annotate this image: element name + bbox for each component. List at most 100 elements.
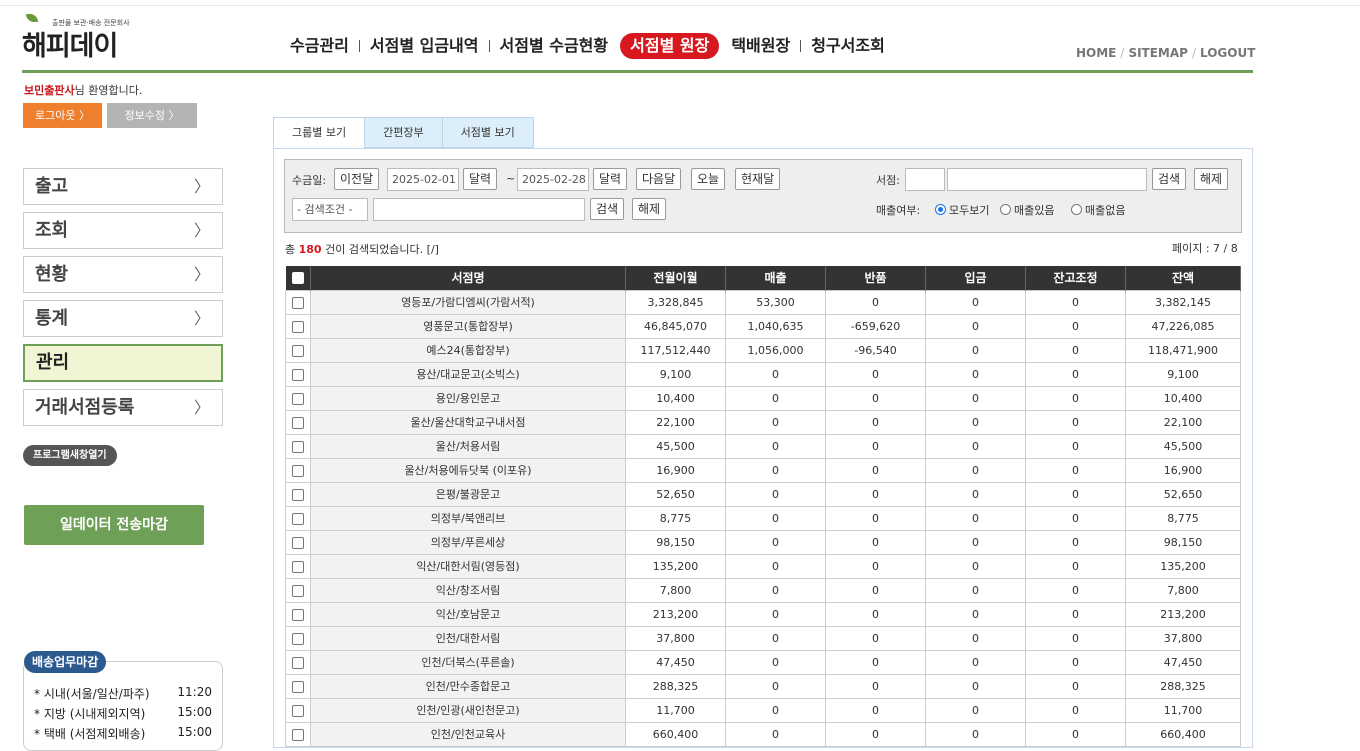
tab-simple-ledger[interactable]: 간편장부 <box>364 117 443 148</box>
header-store-name[interactable]: 서점명 <box>310 266 626 290</box>
table-row[interactable]: 익산/대한서림(영등점) 135,200 0 0 0 0 135,200 <box>285 553 1241 579</box>
nav-item-invoice[interactable]: 청구서조회 <box>803 33 893 59</box>
row-checkbox[interactable] <box>292 344 304 357</box>
row-checkbox-cell[interactable] <box>285 505 311 531</box>
table-row[interactable]: 인천/인천교육사 660,400 0 0 0 0 660,400 <box>285 721 1241 747</box>
table-row[interactable]: 울산/처용에듀닷북 (이포유) 16,900 0 0 0 0 16,900 <box>285 457 1241 483</box>
header-returns[interactable]: 반품 <box>825 266 926 290</box>
sidebar-item-shipment[interactable]: 출고 〉 <box>23 168 223 205</box>
row-checkbox[interactable] <box>292 656 304 669</box>
sidebar-item-lookup[interactable]: 조회 〉 <box>23 212 223 249</box>
table-row[interactable]: 예스24(통합장부) 117,512,440 1,056,000 -96,540 0 0 1… <box>285 337 1241 363</box>
row-checkbox[interactable] <box>292 488 304 501</box>
table-row[interactable]: 인천/대한서림 37,800 0 0 0 0 37,800 <box>285 625 1241 651</box>
prev-month-button[interactable]: 이전달 <box>334 168 380 190</box>
table-row[interactable]: 울산/울산대학교구내서점 22,100 0 0 0 0 22,100 <box>285 409 1241 435</box>
date-from-input[interactable]: 2025-02-01 <box>387 168 459 191</box>
sidebar-item-status[interactable]: 현황 〉 <box>23 256 223 293</box>
row-checkbox-cell[interactable] <box>285 337 311 363</box>
row-checkbox-cell[interactable] <box>285 577 311 603</box>
table-row[interactable]: 의정부/푸른세상 98,150 0 0 0 0 98,150 <box>285 529 1241 555</box>
radio-has-sales[interactable]: 매출있음 <box>1000 202 1054 218</box>
row-checkbox[interactable] <box>292 560 304 573</box>
store-search-button[interactable]: 검색 <box>1152 168 1187 190</box>
keyword-search-button[interactable]: 검색 <box>590 198 625 220</box>
calendar-to-button[interactable]: 달력 <box>593 168 628 190</box>
current-month-button[interactable]: 현재달 <box>735 168 781 190</box>
row-checkbox-cell[interactable] <box>285 289 311 315</box>
table-row[interactable]: 인천/만수종합문고 288,325 0 0 0 0 288,325 <box>285 673 1241 699</box>
row-checkbox[interactable] <box>292 632 304 645</box>
row-checkbox-cell[interactable] <box>285 721 311 747</box>
table-row[interactable]: 인천/인광(새인천문고) 11,700 0 0 0 0 11,700 <box>285 697 1241 723</box>
nav-item-parcel-ledger[interactable]: 택배원장 <box>723 33 798 59</box>
store-code-input[interactable] <box>905 168 945 191</box>
sitemap-link[interactable]: SITEMAP <box>1128 46 1188 60</box>
nav-item-deposit-history[interactable]: 서점별 입금내역 <box>362 33 487 59</box>
nav-item-store-ledger[interactable]: 서점별 원장 <box>620 33 720 59</box>
row-checkbox[interactable] <box>292 704 304 717</box>
search-condition-select[interactable]: - 검색조건 - <box>292 198 368 221</box>
store-name-input[interactable] <box>947 168 1147 191</box>
row-checkbox[interactable] <box>292 608 304 621</box>
today-button[interactable]: 오늘 <box>691 168 726 190</box>
search-keyword-input[interactable] <box>373 198 585 221</box>
nav-item-collection-status[interactable]: 서점별 수금현황 <box>492 33 617 59</box>
store-reset-button[interactable]: 해제 <box>1194 168 1229 190</box>
row-checkbox[interactable] <box>292 728 304 741</box>
tab-store-view[interactable]: 서점별 보기 <box>441 117 534 148</box>
row-checkbox[interactable] <box>292 464 304 477</box>
row-checkbox[interactable] <box>292 680 304 693</box>
row-checkbox-cell[interactable] <box>285 601 311 627</box>
select-all-checkbox[interactable] <box>291 272 304 285</box>
row-checkbox[interactable] <box>292 392 304 405</box>
radio-no-sales[interactable]: 매출없음 <box>1071 202 1125 218</box>
daily-close-button[interactable]: 일데이터 전송마감 <box>24 505 204 545</box>
row-checkbox[interactable] <box>292 320 304 333</box>
row-checkbox-cell[interactable] <box>285 697 311 723</box>
date-to-input[interactable]: 2025-02-28 <box>517 168 589 191</box>
header-sales[interactable]: 매출 <box>725 266 826 290</box>
table-row[interactable]: 울산/처용서림 45,500 0 0 0 0 45,500 <box>285 433 1241 459</box>
nav-item-collection[interactable]: 수금관리 <box>282 33 357 59</box>
row-checkbox-cell[interactable] <box>285 433 311 459</box>
row-checkbox-cell[interactable] <box>285 361 311 387</box>
logo[interactable]: 출판물 보관·배송 전문회사 해피데이 <box>22 14 152 62</box>
sidebar-item-register-store[interactable]: 거래서점등록 〉 <box>23 389 223 426</box>
tab-group-view[interactable]: 그룹별 보기 <box>273 117 366 148</box>
table-row[interactable]: 용인/용인문고 10,400 0 0 0 0 10,400 <box>285 385 1241 411</box>
table-row[interactable]: 용산/대교문고(소빅스) 9,100 0 0 0 0 9,100 <box>285 361 1241 387</box>
table-row[interactable]: 의정부/북앤리브 8,775 0 0 0 0 8,775 <box>285 505 1241 531</box>
row-checkbox-cell[interactable] <box>285 553 311 579</box>
logout-link[interactable]: LOGOUT <box>1200 46 1255 60</box>
select-all-cell[interactable] <box>285 266 311 290</box>
sidebar-item-manage[interactable]: 관리 <box>23 344 223 382</box>
table-row[interactable]: 영풍문고(통합장부) 46,845,070 1,040,635 -659,620 0 0 4… <box>285 313 1241 339</box>
row-checkbox-cell[interactable] <box>285 409 311 435</box>
row-checkbox-cell[interactable] <box>285 625 311 651</box>
row-checkbox-cell[interactable] <box>285 313 311 339</box>
open-program-button[interactable]: 프로그램새창열기 <box>23 445 117 466</box>
row-checkbox-cell[interactable] <box>285 649 311 675</box>
radio-all[interactable]: 모두보기 <box>935 202 989 218</box>
row-checkbox[interactable] <box>292 536 304 549</box>
table-row[interactable]: 은평/불광문고 52,650 0 0 0 0 52,650 <box>285 481 1241 507</box>
row-checkbox-cell[interactable] <box>285 457 311 483</box>
keyword-reset-button[interactable]: 해제 <box>632 198 667 220</box>
sidebar-item-stats[interactable]: 통계 〉 <box>23 300 223 337</box>
table-row[interactable]: 인천/더북스(푸른솔) 47,450 0 0 0 0 47,450 <box>285 649 1241 675</box>
next-month-button[interactable]: 다음달 <box>636 168 682 190</box>
row-checkbox-cell[interactable] <box>285 529 311 555</box>
row-checkbox-cell[interactable] <box>285 673 311 699</box>
row-checkbox[interactable] <box>292 368 304 381</box>
header-carryover[interactable]: 전월이월 <box>625 266 726 290</box>
row-checkbox-cell[interactable] <box>285 385 311 411</box>
table-row[interactable]: 익산/창조서림 7,800 0 0 0 0 7,800 <box>285 577 1241 603</box>
home-link[interactable]: HOME <box>1076 46 1116 60</box>
header-adjustment[interactable]: 잔고조정 <box>1025 266 1126 290</box>
row-checkbox[interactable] <box>292 416 304 429</box>
header-deposit[interactable]: 입금 <box>925 266 1026 290</box>
row-checkbox[interactable] <box>292 584 304 597</box>
row-checkbox[interactable] <box>292 296 304 309</box>
header-balance[interactable]: 잔액 <box>1125 266 1241 290</box>
